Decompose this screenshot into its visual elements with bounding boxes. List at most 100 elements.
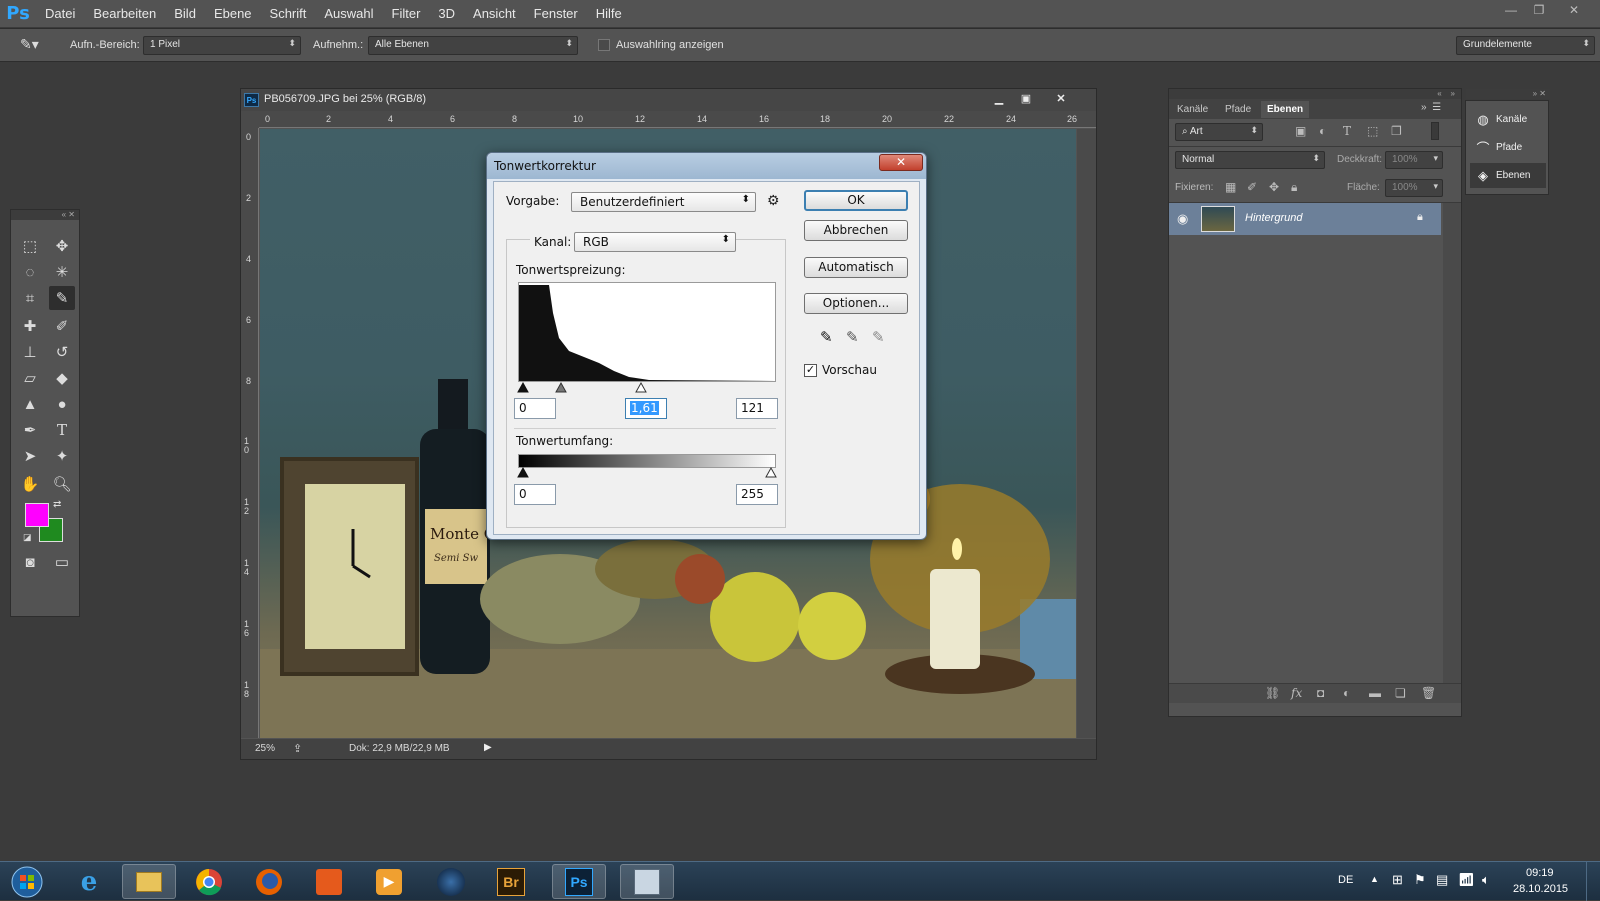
black-point-eyedropper-icon[interactable]: ✎	[820, 328, 833, 346]
white-point-eyedropper-icon[interactable]: ✎	[872, 328, 885, 346]
close-button[interactable]: ✕	[1560, 0, 1588, 22]
output-white-slider[interactable]	[765, 466, 777, 478]
menu-fenster[interactable]: Fenster	[525, 0, 587, 27]
doc-close-button[interactable]: ✕	[1046, 89, 1076, 109]
blur-tool-icon[interactable]: ▲	[17, 392, 43, 416]
menu-3d[interactable]: 3D	[429, 0, 464, 27]
windows-tray-icon[interactable]: ⊞	[1392, 872, 1403, 888]
dock-header[interactable]: » ✕	[1466, 89, 1550, 99]
history-brush-tool-icon[interactable]: ↺	[49, 340, 75, 364]
input-gamma-field[interactable]: 1,61	[625, 398, 667, 419]
menu-auswahl[interactable]: Auswahl	[315, 0, 382, 27]
paint-bucket-tool-icon[interactable]: ◆	[49, 366, 75, 390]
filter-adjustment-icon[interactable]: ◐	[1319, 124, 1326, 138]
device-icon[interactable]: ▤	[1436, 872, 1448, 888]
crop-tool-icon[interactable]: ⌗	[17, 286, 43, 310]
panel-header[interactable]: « »	[1169, 89, 1461, 99]
options-button[interactable]: Optionen...	[804, 293, 908, 314]
zoom-tool-icon[interactable]: 🔍︎	[49, 472, 75, 496]
menu-ansicht[interactable]: Ansicht	[464, 0, 525, 27]
delete-layer-icon[interactable]: 🗑︎	[1421, 686, 1436, 700]
menu-datei[interactable]: Datei	[36, 0, 84, 27]
input-black-field[interactable]: 0	[514, 398, 556, 419]
ruler-vertical[interactable]: 0 2 4 6 8 10 12 14 16 18	[241, 128, 259, 738]
taskbar-globe[interactable]	[424, 864, 478, 899]
taskbar-chrome[interactable]	[182, 864, 236, 899]
new-group-icon[interactable]: ▬	[1369, 686, 1381, 700]
lock-transparent-icon[interactable]: ▦	[1225, 180, 1236, 194]
output-sliders[interactable]	[516, 466, 778, 478]
output-black-field[interactable]: 0	[514, 484, 556, 505]
menu-filter[interactable]: Filter	[383, 0, 430, 27]
preset-select[interactable]: Benutzerdefiniert ⬍	[571, 192, 756, 212]
fill-field[interactable]: 100% ▾	[1385, 179, 1443, 197]
vertical-scrollbar[interactable]	[1077, 129, 1096, 738]
quick-mask-icon[interactable]: ◙	[17, 550, 43, 574]
cancel-button[interactable]: Abbrechen	[804, 220, 908, 241]
filter-smart-object-icon[interactable]: ❐	[1391, 124, 1402, 138]
tab-kanaele[interactable]: Kanäle	[1171, 101, 1214, 118]
magic-wand-tool-icon[interactable]: ✳	[49, 260, 75, 284]
taskbar-media-player[interactable]: ▶	[362, 864, 416, 899]
language-indicator[interactable]: DE	[1338, 874, 1353, 886]
ok-button[interactable]: OK	[804, 190, 908, 211]
document-titlebar[interactable]: Ps PB056709.JPG bei 25% (RGB/8) ▁ ▣ ✕	[241, 89, 1096, 111]
taskbar-file-explorer[interactable]	[122, 864, 176, 899]
move-tool-icon[interactable]: ✥	[49, 234, 75, 258]
shape-tool-icon[interactable]: ✦	[49, 444, 75, 468]
auto-button[interactable]: Automatisch	[804, 257, 908, 278]
preset-options-gear-icon[interactable]: ⚙	[767, 192, 780, 209]
lock-image-icon[interactable]: ✐	[1247, 180, 1257, 194]
show-ring-checkbox[interactable]	[598, 39, 610, 51]
dialog-close-button[interactable]: ✕	[879, 154, 923, 171]
dock-item-kanaele[interactable]: ◍ Kanäle	[1470, 107, 1546, 132]
taskbar-bridge[interactable]: Br	[484, 864, 538, 899]
volume-icon[interactable]: 🔈︎	[1482, 872, 1490, 888]
dodge-tool-icon[interactable]: ●	[49, 392, 75, 416]
taskbar-calculator[interactable]	[620, 864, 674, 899]
dialog-titlebar[interactable]: Tonwertkorrektur ✕	[487, 153, 926, 179]
lasso-tool-icon[interactable]: ◌	[17, 260, 43, 284]
new-layer-icon[interactable]: ❏	[1395, 686, 1406, 700]
pen-tool-icon[interactable]: ✒	[17, 418, 43, 442]
doc-minimize-button[interactable]: ▁	[986, 89, 1012, 109]
show-desktop-button[interactable]	[1586, 862, 1600, 901]
path-selection-tool-icon[interactable]: ➤	[17, 444, 43, 468]
hand-tool-icon[interactable]: ✋	[17, 472, 43, 496]
menu-bild[interactable]: Bild	[165, 0, 205, 27]
ruler-corner[interactable]	[241, 111, 259, 128]
swap-colors-icon[interactable]: ⇄	[53, 499, 61, 510]
dock-item-pfade[interactable]: ⌒ Pfade	[1470, 135, 1546, 160]
taskbar-office[interactable]	[302, 864, 356, 899]
lock-position-icon[interactable]: ✥	[1269, 180, 1279, 194]
taskbar-internet-explorer[interactable]: e	[62, 864, 116, 899]
clock-time[interactable]: 09:19	[1526, 867, 1554, 879]
layer-style-fx-icon[interactable]: fx	[1291, 686, 1302, 700]
doc-maximize-button[interactable]: ▣	[1013, 89, 1039, 109]
filter-type-icon[interactable]: T	[1343, 124, 1351, 138]
lock-all-icon[interactable]: 🔒︎	[1291, 180, 1297, 195]
network-icon[interactable]: 📶︎	[1458, 872, 1475, 888]
tray-expand-icon[interactable]: ▲	[1370, 874, 1379, 884]
sample-size-select[interactable]: 1 Pixel ⬍	[143, 36, 301, 55]
layer-row[interactable]: ◉ Hintergrund 🔒︎	[1169, 203, 1441, 235]
input-gamma-slider[interactable]	[555, 381, 567, 393]
clock-date[interactable]: 28.10.2015	[1513, 883, 1568, 895]
panel-menu-icon[interactable]: » ☰	[1421, 102, 1441, 113]
brush-tool-icon[interactable]: ✐	[49, 314, 75, 338]
dock-item-ebenen[interactable]: ◈ Ebenen	[1470, 163, 1546, 188]
stamp-tool-icon[interactable]: ⊥	[17, 340, 43, 364]
opacity-field[interactable]: 100% ▾	[1385, 151, 1443, 169]
workspace-select[interactable]: Grundelemente ⬍	[1456, 36, 1595, 55]
ruler-horizontal[interactable]: 0 2 4 6 8 10 12 14 16 18 20 22 24 26	[259, 111, 1096, 128]
menu-bearbeiten[interactable]: Bearbeiten	[84, 0, 165, 27]
filter-shape-icon[interactable]: ⬚	[1367, 124, 1378, 138]
menu-schrift[interactable]: Schrift	[261, 0, 316, 27]
blend-mode-select[interactable]: Normal ⬍	[1175, 151, 1325, 169]
gray-point-eyedropper-icon[interactable]: ✎	[846, 328, 859, 346]
preview-checkbox[interactable]: ✓	[804, 364, 817, 377]
input-white-field[interactable]: 121	[736, 398, 778, 419]
input-sliders[interactable]	[516, 380, 776, 394]
restore-button[interactable]: ❐	[1525, 0, 1553, 22]
layer-filter-select[interactable]: ⌕ Art ⬍	[1175, 123, 1263, 141]
